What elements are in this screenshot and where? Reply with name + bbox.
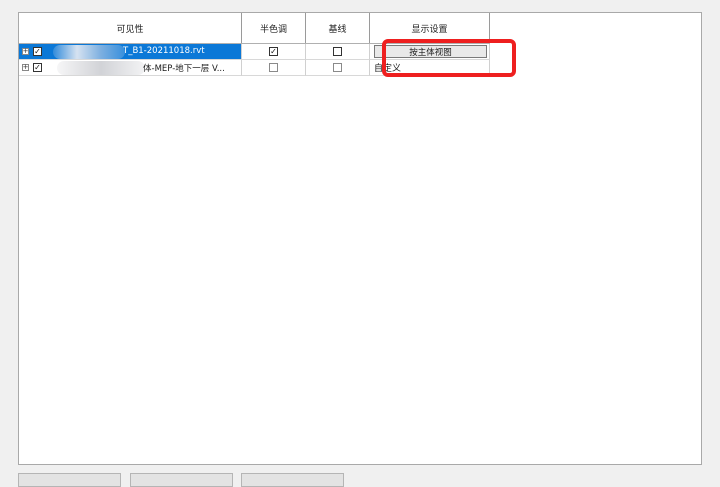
col-header-display-settings[interactable]: 显示设置 xyxy=(370,13,490,43)
row-name-cell[interactable]: + ✓ 体-MEP-地下一层 V... xyxy=(19,60,242,76)
expand-icon[interactable]: + xyxy=(22,48,29,55)
halftone-cell[interactable] xyxy=(242,60,306,76)
visible-checkbox[interactable]: ✓ xyxy=(33,63,42,72)
display-settings-button[interactable]: 按主体视图 xyxy=(374,45,487,58)
baseline-checkbox[interactable] xyxy=(333,47,342,56)
bottom-button[interactable] xyxy=(130,473,233,487)
row-name-cell[interactable]: + ✓ T_B1-20211018.rvt xyxy=(19,44,242,60)
col-header-baseline[interactable]: 基线 xyxy=(306,13,370,43)
links-grid: 可见性 半色调 基线 显示设置 + ✓ T_B1-20211018.rvt ✓ … xyxy=(18,12,702,465)
redacted-text xyxy=(57,61,145,75)
display-settings-cell[interactable]: 自定义 xyxy=(370,60,490,76)
link-name: T_B1-20211018.rvt xyxy=(123,46,205,56)
redacted-text xyxy=(53,45,125,59)
bottom-button[interactable] xyxy=(18,473,121,487)
halftone-cell[interactable]: ✓ xyxy=(242,44,306,60)
expand-icon[interactable]: + xyxy=(22,64,29,71)
grid-header: 可见性 半色调 基线 显示设置 xyxy=(19,13,490,43)
table-row[interactable]: + ✓ 体-MEP-地下一层 V... 自定义 xyxy=(19,60,490,76)
col-header-visibility[interactable]: 可见性 xyxy=(19,13,242,43)
bottom-button[interactable] xyxy=(241,473,344,487)
display-settings-cell[interactable]: 按主体视图 xyxy=(370,44,490,60)
baseline-cell[interactable] xyxy=(306,44,370,60)
baseline-checkbox[interactable] xyxy=(333,63,342,72)
halftone-checkbox[interactable]: ✓ xyxy=(269,47,278,56)
col-header-halftone[interactable]: 半色调 xyxy=(242,13,306,43)
table-row[interactable]: + ✓ T_B1-20211018.rvt ✓ 按主体视图 xyxy=(19,44,490,60)
display-settings-value: 自定义 xyxy=(374,64,402,74)
halftone-checkbox[interactable] xyxy=(269,63,278,72)
link-name: 体-MEP-地下一层 V... xyxy=(143,64,225,74)
baseline-cell[interactable] xyxy=(306,60,370,76)
visible-checkbox[interactable]: ✓ xyxy=(33,47,42,56)
